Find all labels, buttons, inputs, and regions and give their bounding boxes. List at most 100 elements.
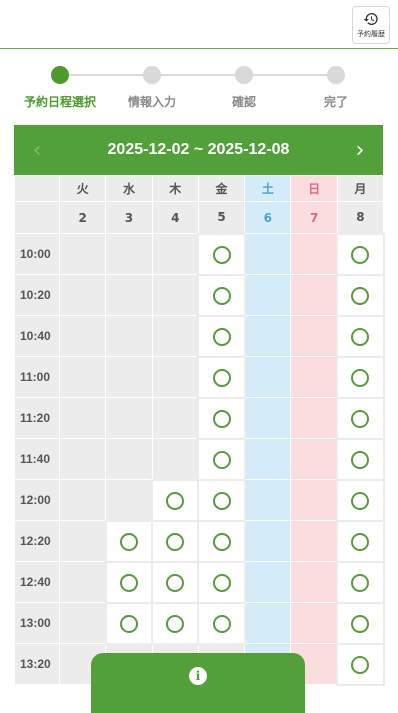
available-slot[interactable]: [197, 273, 246, 317]
step-dot: [235, 66, 253, 84]
time-slot-row: 10:20: [14, 273, 385, 317]
unavailable-slot: [58, 356, 107, 398]
available-slot[interactable]: [336, 396, 385, 440]
top-bar: 予約履歴: [0, 0, 398, 49]
unavailable-slot: [151, 397, 199, 439]
time-slot-row: 12:40: [14, 560, 385, 604]
weekday-label: 水: [105, 175, 153, 202]
history-icon: [363, 13, 378, 25]
chevron-right-icon[interactable]: ›: [347, 137, 373, 163]
available-slot[interactable]: [336, 642, 385, 686]
available-slot[interactable]: [336, 601, 385, 645]
corner-cell: [14, 201, 60, 234]
info-button[interactable]: i: [91, 653, 305, 713]
available-slot[interactable]: [336, 273, 385, 317]
available-slot[interactable]: [336, 478, 385, 522]
available-slot[interactable]: [197, 519, 246, 563]
available-circle-icon: [212, 491, 231, 510]
weekday-label: 土: [244, 175, 292, 202]
available-circle-icon: [212, 327, 231, 346]
available-slot[interactable]: [197, 232, 246, 276]
available-slot[interactable]: [336, 437, 385, 481]
unavailable-slot: [105, 274, 153, 316]
time-label: 12:20: [14, 520, 60, 562]
weekday-label: 月: [336, 175, 385, 202]
available-circle-icon: [351, 614, 370, 633]
available-circle-icon: [351, 327, 370, 346]
time-label: 13:00: [14, 602, 60, 644]
available-circle-icon: [351, 573, 370, 592]
unavailable-slot: [244, 315, 292, 357]
slot-grid: 火水木金土日月 2345678 10:00 10:20 10:40 11:00 11:2…: [14, 175, 385, 686]
available-slot[interactable]: [151, 519, 200, 563]
unavailable-slot: [58, 479, 107, 521]
date-label: 2: [58, 201, 107, 234]
step-label: 確認: [231, 95, 256, 109]
unavailable-slot: [290, 397, 338, 439]
step-label: 情報入力: [127, 95, 176, 109]
unavailable-slot: [244, 520, 292, 562]
available-circle-icon: [166, 491, 185, 510]
available-slot[interactable]: [197, 437, 246, 481]
available-slot[interactable]: [197, 478, 246, 522]
available-circle-icon: [351, 655, 370, 674]
available-circle-icon: [166, 573, 185, 592]
available-circle-icon: [212, 573, 231, 592]
step-connector: [244, 74, 336, 76]
available-slot[interactable]: [336, 560, 385, 604]
available-slot[interactable]: [336, 314, 385, 358]
weekday-row: 火水木金土日月: [14, 175, 385, 202]
unavailable-slot: [244, 561, 292, 603]
available-slot[interactable]: [104, 560, 154, 604]
time-label: 11:20: [14, 397, 60, 439]
date-label: 5: [197, 201, 246, 234]
date-range: 2025-12-02 ~ 2025-12-08: [107, 141, 290, 158]
available-circle-icon: [119, 532, 138, 551]
weekday-label: 日: [290, 175, 338, 202]
step-dot: [143, 66, 161, 84]
step-dot: [51, 66, 69, 84]
available-circle-icon: [351, 368, 370, 387]
available-slot[interactable]: [104, 519, 154, 563]
unavailable-slot: [151, 356, 199, 398]
date-label: 3: [105, 201, 153, 234]
unavailable-slot: [290, 233, 338, 275]
available-slot[interactable]: [336, 232, 385, 276]
available-circle-icon: [212, 368, 231, 387]
step-connector: [60, 74, 152, 76]
step-connector: [152, 74, 244, 76]
available-slot[interactable]: [151, 560, 200, 604]
available-slot[interactable]: [197, 396, 246, 440]
available-circle-icon: [351, 491, 370, 510]
progress-stepper: 予約日程選択 情報入力 確認 完了: [0, 58, 398, 118]
available-circle-icon: [351, 532, 370, 551]
weekday-label: 火: [58, 175, 107, 202]
available-circle-icon: [351, 450, 370, 469]
time-label: 10:00: [14, 233, 60, 275]
available-slot[interactable]: [104, 601, 154, 645]
available-circle-icon: [212, 286, 231, 305]
available-slot[interactable]: [151, 478, 200, 522]
unavailable-slot: [58, 233, 107, 275]
available-slot[interactable]: [197, 601, 246, 645]
available-circle-icon: [212, 409, 231, 428]
unavailable-slot: [290, 479, 338, 521]
available-slot[interactable]: [197, 355, 246, 399]
available-slot[interactable]: [151, 601, 200, 645]
booking-calendar: ‹ 2025-12-02 ~ 2025-12-08 › 火水木金土日月 2345…: [14, 125, 385, 686]
time-slot-row: 12:20: [14, 519, 385, 563]
time-label: 10:40: [14, 315, 60, 357]
available-slot[interactable]: [197, 560, 246, 604]
unavailable-slot: [290, 315, 338, 357]
available-slot[interactable]: [336, 519, 385, 563]
weekday-label: 木: [151, 175, 199, 202]
available-circle-icon: [351, 409, 370, 428]
available-circle-icon: [212, 245, 231, 264]
unavailable-slot: [58, 520, 107, 562]
unavailable-slot: [244, 397, 292, 439]
history-label: 予約履歴: [357, 30, 385, 38]
available-slot[interactable]: [197, 314, 246, 358]
available-slot[interactable]: [336, 355, 385, 399]
chevron-left-icon[interactable]: ‹: [24, 137, 50, 163]
reservation-history-button[interactable]: 予約履歴: [352, 6, 390, 44]
